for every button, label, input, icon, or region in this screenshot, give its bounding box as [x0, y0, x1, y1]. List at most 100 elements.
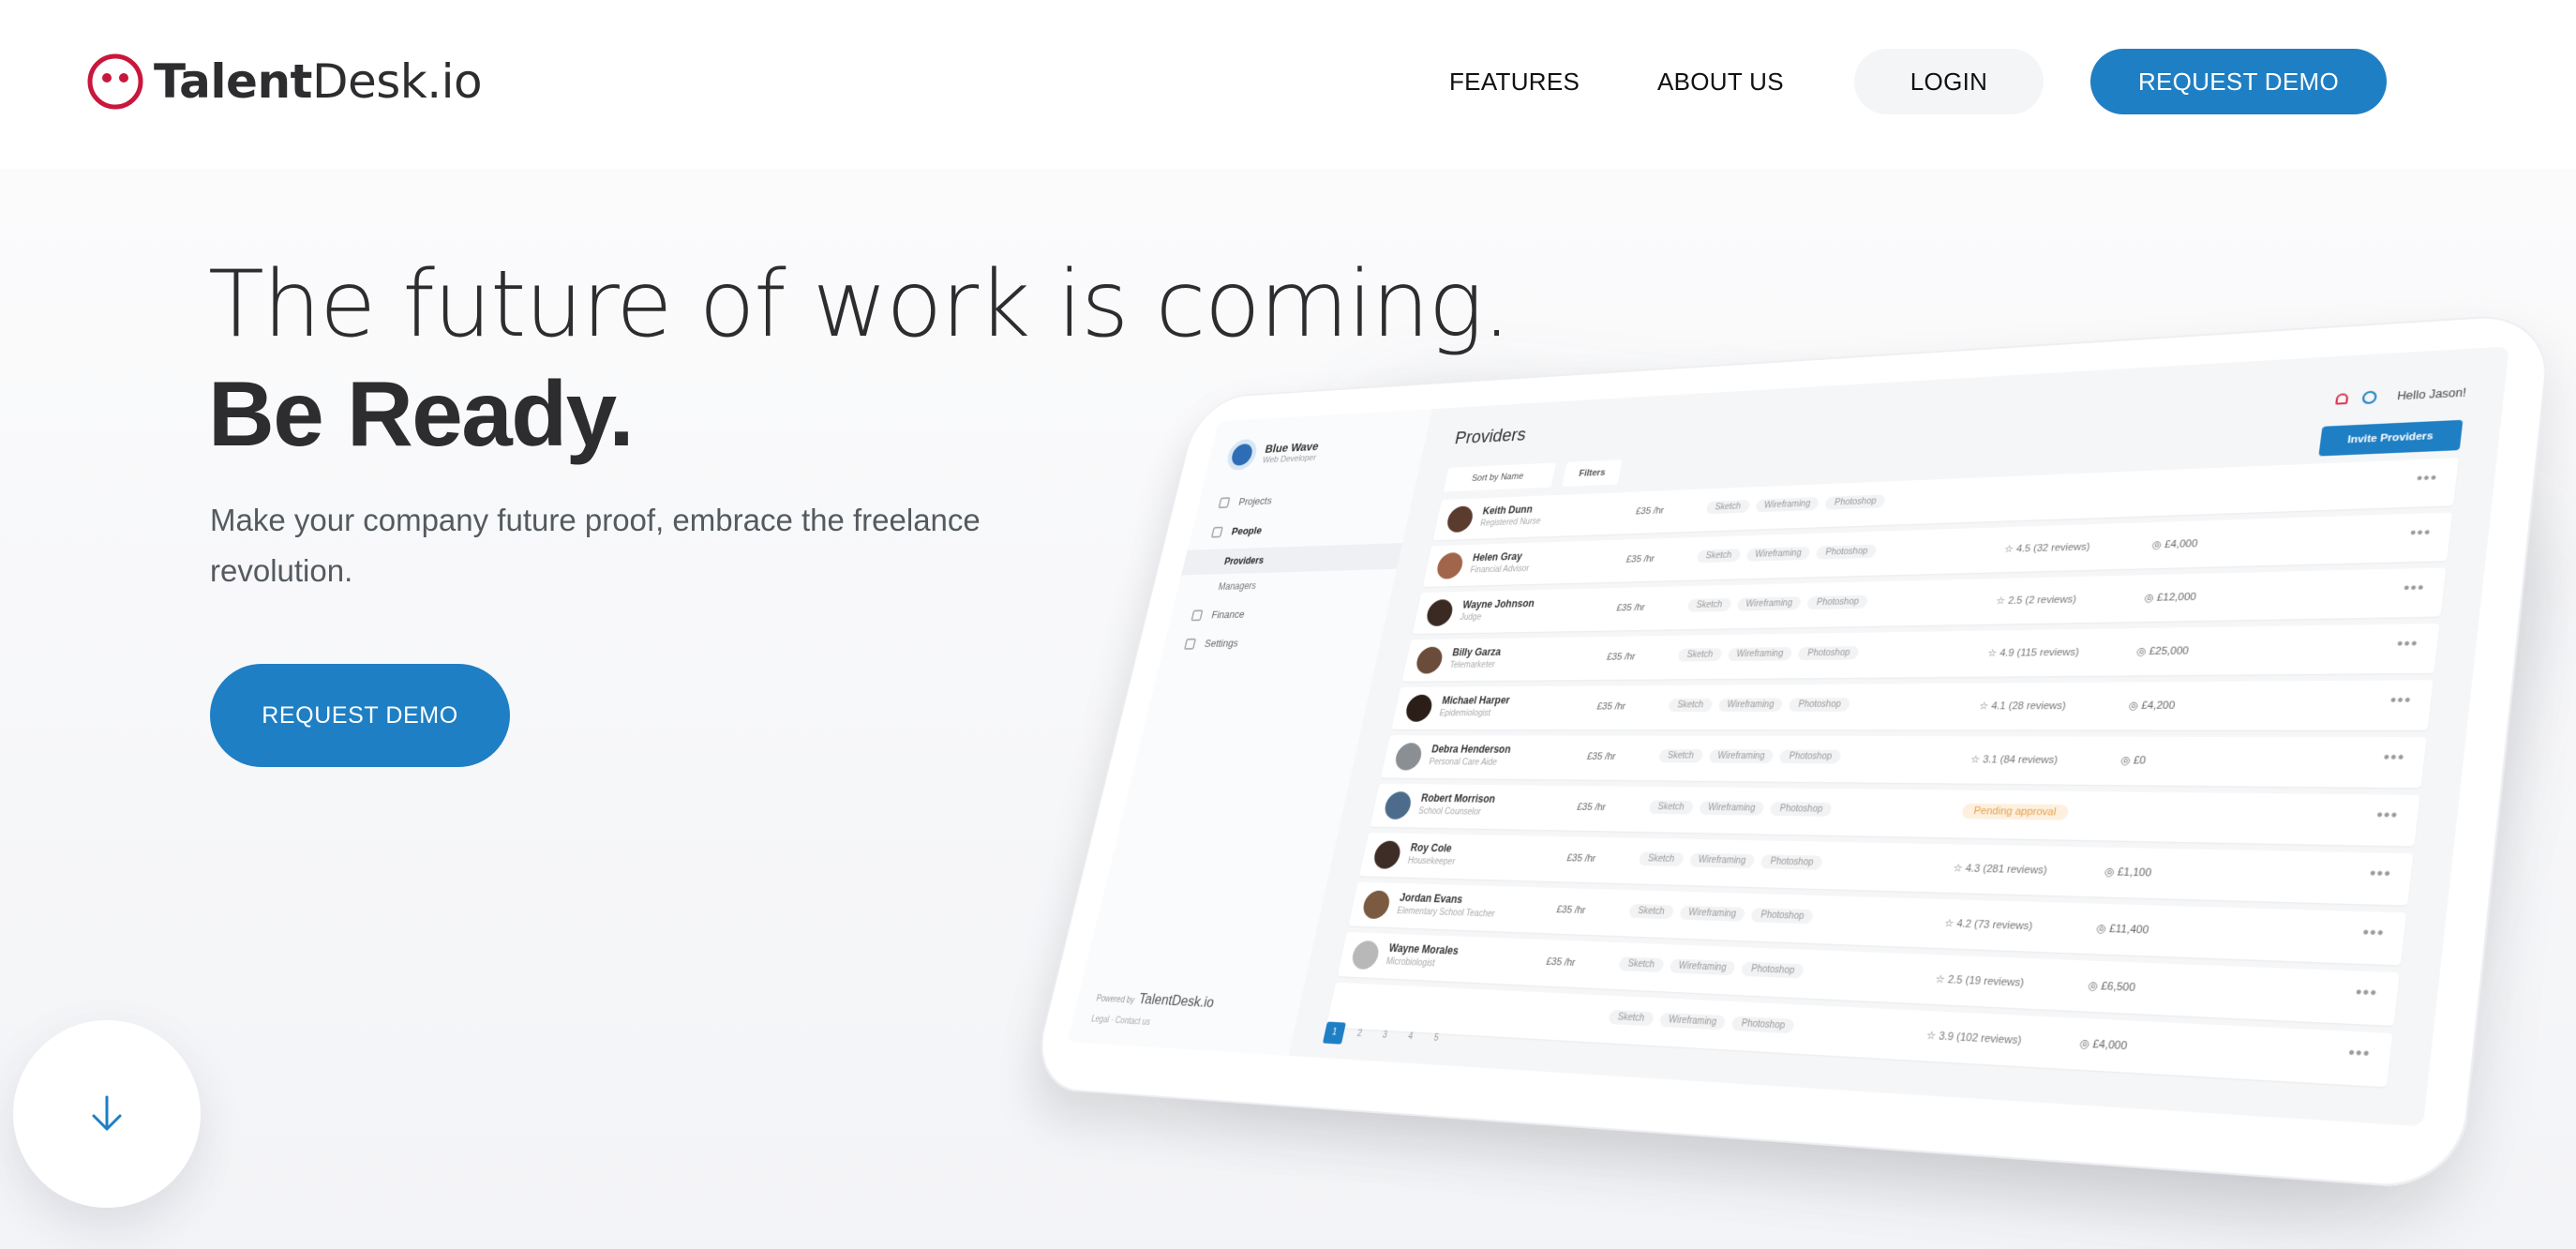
provider-role: Telemarketer [1448, 660, 1496, 670]
skill-tag: Wireframing [1678, 905, 1746, 922]
app-screen: Blue Wave Web Developer Projects People … [1067, 346, 2509, 1127]
provider-rate: £35 /hr [1565, 852, 1597, 865]
projects-icon [1218, 496, 1231, 508]
skill-tag: Photoshop [1824, 494, 1887, 510]
skill-tag: Photoshop [1806, 594, 1869, 610]
provider-avatar [1403, 694, 1435, 722]
provider-name: Wayne Johnson [1461, 597, 1536, 611]
page-3: 3 [1381, 1030, 1388, 1041]
providers-list: Keith Dunn Registered Nurse £35 /hr Sketch W… [1325, 458, 2459, 1094]
more-options-icon: ••• [2361, 924, 2386, 943]
sidebar-item-people: People [1210, 519, 1393, 538]
settings-icon [1183, 638, 1197, 650]
provider-role: Financial Advisor [1469, 564, 1531, 576]
tablet-device: Blue Wave Web Developer Projects People … [1028, 311, 2554, 1192]
provider-avatar [1382, 791, 1414, 820]
provider-name: Wayne Morales [1387, 941, 1460, 957]
request-demo-header-button[interactable]: REQUEST DEMO [2090, 49, 2387, 114]
page-1: 1 [1322, 1021, 1346, 1045]
provider-skills: Sketch Wireframing Photoshop [1657, 748, 1850, 764]
skill-tag: Sketch [1657, 748, 1704, 763]
provider-skills: Sketch Wireframing Photoshop [1627, 903, 1821, 925]
provider-rating: ☆ 4.3 (281 reviews) [1952, 862, 2048, 877]
hero-tagline: Be Ready. [208, 362, 635, 465]
provider-avatar [1350, 940, 1382, 971]
skill-tag: Sketch [1686, 597, 1732, 612]
provider-rate: £35 /hr [1555, 904, 1587, 917]
sidebar-item-finance: Finance [1191, 605, 1373, 621]
more-options-icon: ••• [2389, 692, 2413, 710]
provider-earnings: ◎ £12,000 [2143, 591, 2197, 604]
provider-avatar [1371, 840, 1403, 869]
scroll-down-button[interactable] [13, 1020, 201, 1208]
provider-earnings: ◎ £11,400 [2095, 923, 2150, 937]
provider-rate: £35 /hr [1606, 652, 1637, 663]
nav-about-link[interactable]: ABOUT US [1657, 49, 1784, 114]
provider-rating: ☆ 4.2 (73 reviews) [1943, 917, 2034, 933]
provider-name: Keith Dunn [1481, 503, 1534, 518]
provider-rating: ☆ 3.9 (102 reviews) [1925, 1030, 2023, 1047]
skill-tag: Sketch [1696, 549, 1742, 564]
provider-avatar [1414, 646, 1445, 674]
skill-tag: Sketch [1638, 851, 1685, 867]
login-button[interactable]: LOGIN [1854, 49, 2044, 114]
more-options-icon: ••• [2346, 1044, 2372, 1064]
provider-avatar [1434, 551, 1465, 579]
provider-role: Epidemiologist [1438, 708, 1491, 719]
skill-tag: Wireframing [1669, 958, 1737, 976]
providers-panel: Providers Hello Jason! Sort by Name Filt… [1302, 346, 2509, 1126]
provider-rate: £35 /hr [1625, 553, 1655, 565]
arrow-down-icon [92, 1095, 122, 1131]
company-avatar [1224, 438, 1260, 472]
provider-rate: £35 /hr [1576, 802, 1607, 814]
provider-earnings: ◎ £1,100 [2104, 865, 2152, 880]
provider-role: Registered Nurse [1479, 517, 1542, 529]
provider-rating: ☆ 2.5 (2 reviews) [1995, 594, 2077, 608]
provider-name: Michael Harper [1441, 694, 1511, 707]
skill-tag: Wireframing [1688, 852, 1756, 868]
more-options-icon: ••• [2415, 470, 2439, 488]
provider-rating: ☆ 4.9 (115 reviews) [1986, 646, 2080, 659]
more-options-icon: ••• [2375, 806, 2400, 825]
provider-rate: £35 /hr [1635, 505, 1665, 518]
legal-links: Legal · Contact us [1090, 1015, 1151, 1028]
provider-skills: Sketch Wireframing Photoshop [1667, 698, 1858, 713]
provider-name: Debra Henderson [1430, 743, 1512, 756]
skill-tag: Sketch [1667, 698, 1714, 713]
nav-features-link[interactable]: FEATURES [1449, 49, 1580, 114]
page-title: Providers [1453, 424, 1529, 448]
skill-tag: Photoshop [1769, 802, 1834, 817]
provider-name: Helen Gray [1471, 550, 1523, 564]
sort-dropdown: Sort by Name [1443, 462, 1556, 492]
provider-earnings: ◎ £4,200 [2128, 700, 2176, 712]
skill-tag: Sketch [1627, 903, 1675, 920]
more-options-icon: ••• [2402, 579, 2426, 597]
hero-headline: The future of work is coming. [208, 251, 1511, 358]
skill-tag: Wireframing [1698, 801, 1765, 816]
provider-skills: Sketch Wireframing Photoshop [1608, 1009, 1803, 1034]
provider-row: Michael Harper Epidemiologist £35 /hr Sketc… [1391, 680, 2434, 730]
skill-tag: Wireframing [1658, 1012, 1727, 1031]
skill-tag: Photoshop [1741, 961, 1805, 979]
skill-tag: Wireframing [1727, 647, 1793, 662]
request-demo-hero-button[interactable]: REQUEST DEMO [210, 664, 510, 767]
provider-name: Billy Garza [1451, 645, 1503, 659]
skill-tag: Wireframing [1745, 546, 1812, 562]
skill-tag: Sketch [1608, 1009, 1655, 1027]
provider-skills: Sketch Wireframing Photoshop [1638, 851, 1831, 870]
provider-name: Robert Morrison [1419, 791, 1497, 805]
more-options-icon: ••• [2395, 635, 2419, 654]
sidebar-item-settings: Settings [1183, 635, 1368, 650]
invite-providers-button: Invite Providers [2318, 419, 2464, 457]
provider-avatar [1424, 599, 1455, 626]
provider-skills: Sketch Wireframing Photoshop [1618, 956, 1812, 979]
provider-rate: £35 /hr [1545, 956, 1577, 969]
provider-role: Elementary School Teacher [1396, 906, 1496, 920]
hero-section: Blue Wave Web Developer Projects People … [0, 169, 2576, 1249]
provider-earnings: ◎ £6,500 [2087, 980, 2136, 995]
more-options-icon: ••• [2408, 524, 2433, 542]
provider-row: Debra Henderson Personal Care Aide £35 /hr… [1380, 735, 2427, 789]
provider-rating: ☆ 4.5 (32 reviews) [2003, 541, 2091, 555]
provider-avatar [1393, 743, 1424, 771]
skill-tag: Photoshop [1788, 698, 1851, 712]
